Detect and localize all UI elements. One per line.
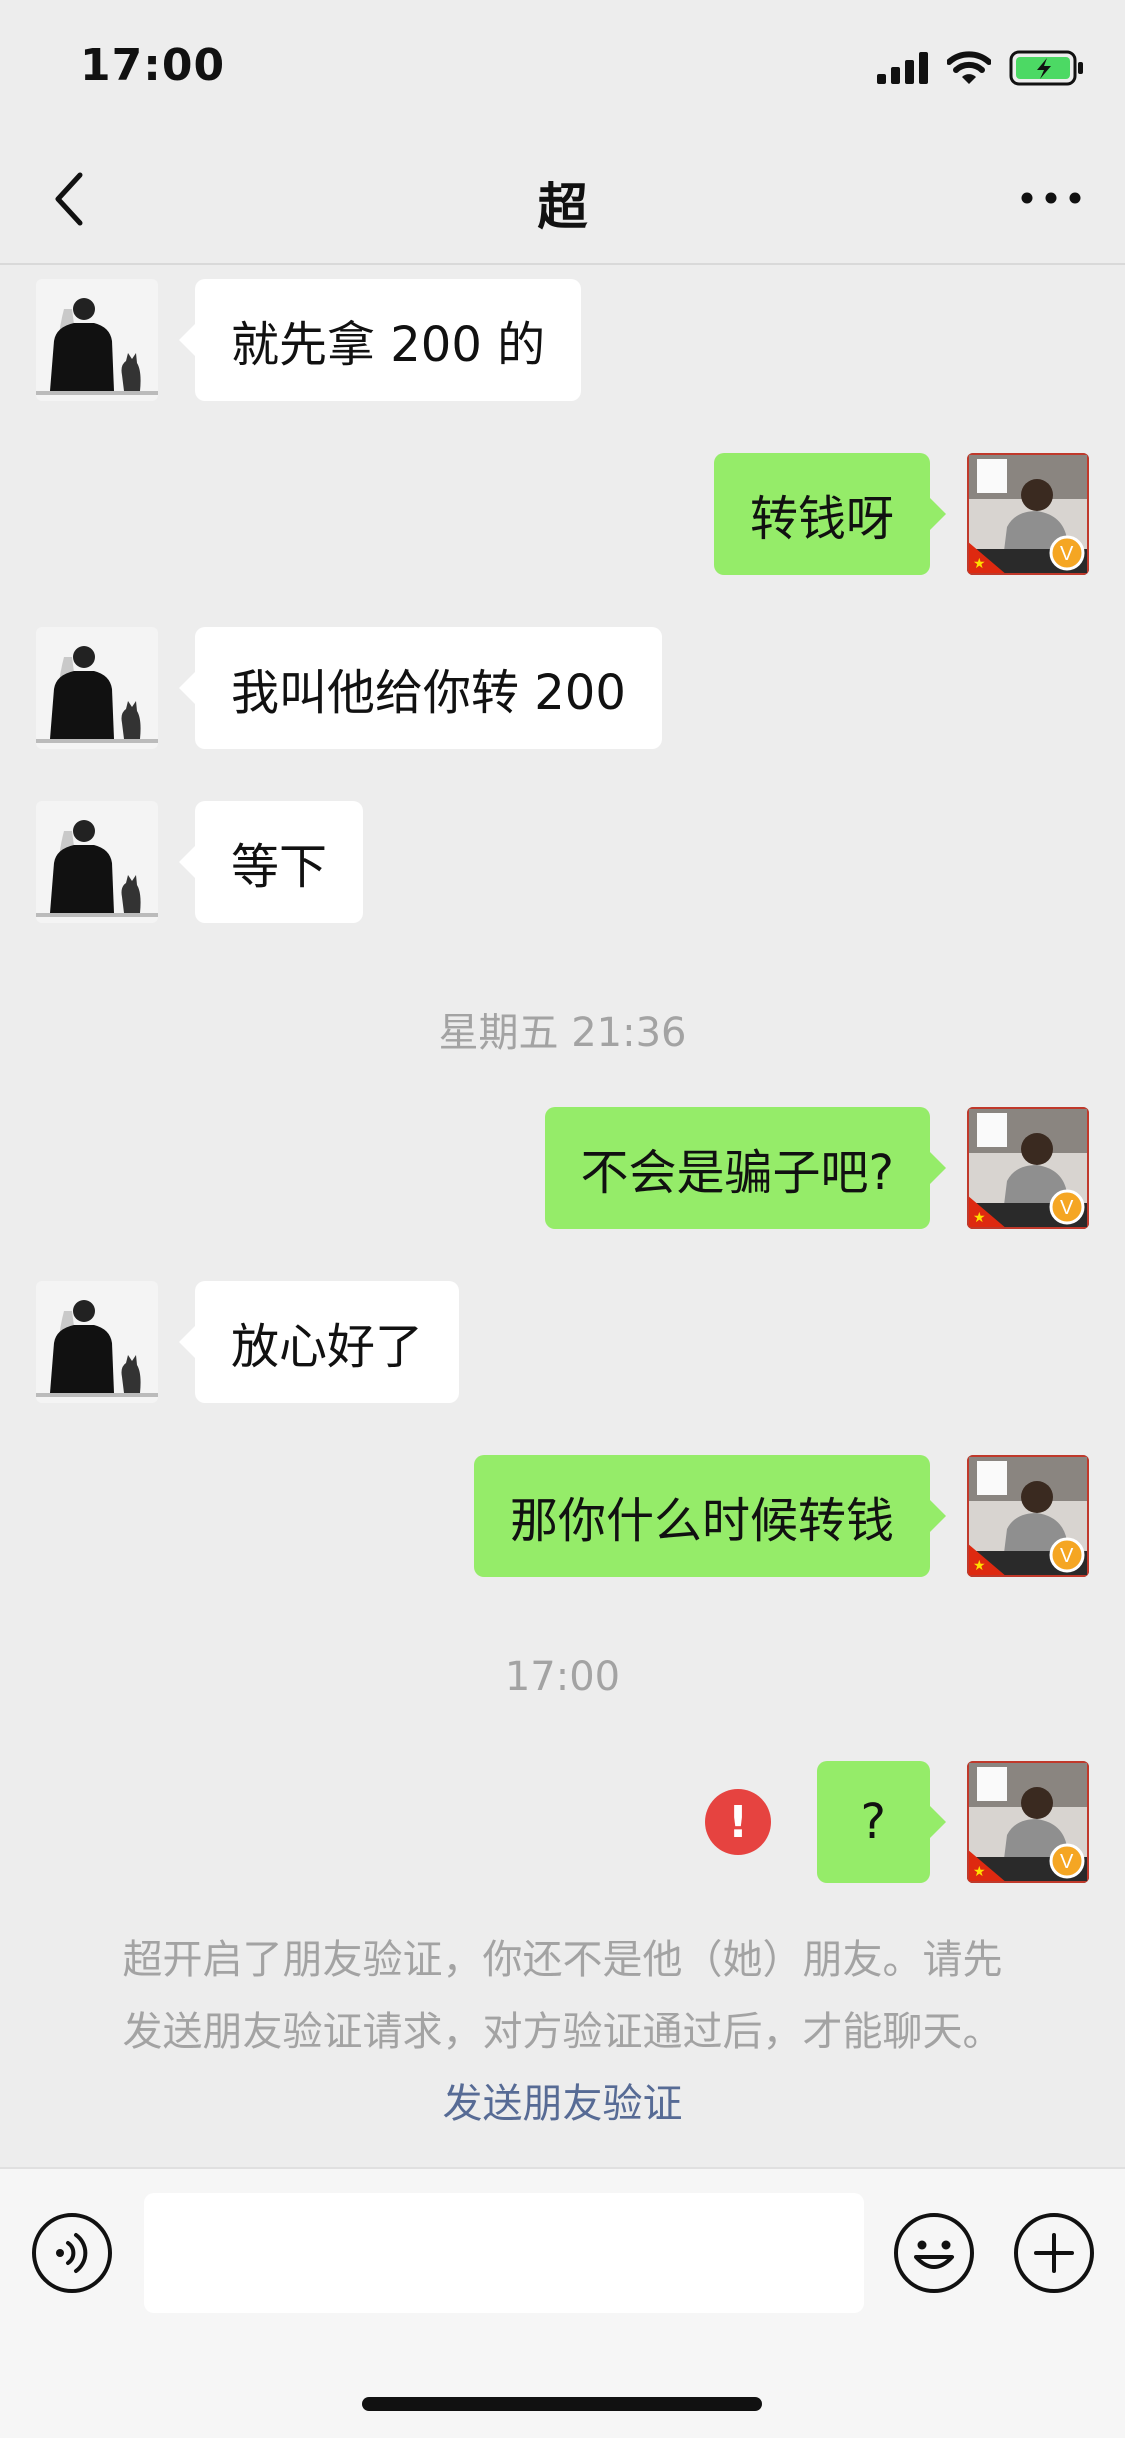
notice-line-2: 发送朋友验证请求，对方验证通过后，才能聊天。 bbox=[122, 2009, 1003, 2055]
self-avatar[interactable]: ★ V bbox=[967, 453, 1089, 575]
timestamp: 17:00 bbox=[504, 1654, 621, 1700]
svg-text:★: ★ bbox=[973, 556, 986, 572]
emoji-icon[interactable] bbox=[892, 2211, 976, 2295]
status-icons bbox=[877, 48, 1085, 88]
message-bubble-out[interactable]: 那你什么时候转钱 bbox=[473, 1455, 947, 1577]
more-dots-icon[interactable] bbox=[1019, 183, 1083, 213]
message-bubble-in[interactable]: 我叫他给你转 200 bbox=[179, 627, 662, 749]
send-verification-link[interactable]: 发送朋友验证 bbox=[70, 2068, 1055, 2140]
svg-text:V: V bbox=[1060, 1197, 1074, 1219]
friend-verification-notice: 超开启了朋友验证，你还不是他（她）朋友。请先 发送朋友验证请求，对方验证通过后，… bbox=[70, 1924, 1055, 2140]
contact-avatar[interactable] bbox=[36, 627, 158, 749]
svg-text:★: ★ bbox=[973, 1864, 986, 1880]
plus-icon[interactable] bbox=[1012, 2211, 1096, 2295]
message-bubble-out[interactable]: 不会是骗子吧? bbox=[544, 1107, 947, 1229]
contact-avatar[interactable] bbox=[36, 801, 158, 923]
message-bubble-in[interactable]: 就先拿 200 的 bbox=[178, 279, 582, 401]
contact-avatar[interactable] bbox=[36, 1281, 158, 1403]
svg-text:V: V bbox=[1060, 1851, 1074, 1873]
status-time: 17:00 bbox=[80, 40, 226, 91]
self-avatar[interactable]: ★ V bbox=[967, 1761, 1089, 1883]
svg-text:V: V bbox=[1060, 543, 1074, 565]
voice-icon[interactable] bbox=[30, 2211, 114, 2295]
battery-icon bbox=[1009, 50, 1083, 86]
message-input[interactable] bbox=[144, 2193, 864, 2313]
message-bubble-in[interactable]: 等下 bbox=[178, 801, 364, 923]
message-bubble-in[interactable]: 放心好了 bbox=[178, 1281, 460, 1403]
svg-text:★: ★ bbox=[973, 1558, 986, 1574]
svg-text:V: V bbox=[1060, 1545, 1074, 1567]
self-avatar[interactable]: ★ V bbox=[967, 1107, 1089, 1229]
contact-avatar[interactable] bbox=[36, 279, 158, 401]
wifi-icon bbox=[947, 51, 991, 84]
timestamp: 星期五 21:36 bbox=[438, 1010, 687, 1056]
error-icon[interactable]: ! bbox=[705, 1789, 771, 1855]
chat-title: 超 bbox=[537, 178, 588, 236]
nav-bar: 超 bbox=[0, 135, 1125, 265]
notice-line-1: 超开启了朋友验证，你还不是他（她）朋友。请先 bbox=[122, 1937, 1003, 1983]
status-bar: 17:00 bbox=[0, 0, 1125, 135]
signal-icon bbox=[877, 52, 928, 84]
message-bubble-out[interactable]: 转钱呀 bbox=[713, 453, 947, 575]
home-indicator bbox=[362, 2397, 762, 2411]
svg-text:★: ★ bbox=[973, 1210, 986, 1226]
message-bubble-out[interactable]: ? bbox=[816, 1761, 947, 1883]
self-avatar[interactable]: ★ V bbox=[967, 1455, 1089, 1577]
